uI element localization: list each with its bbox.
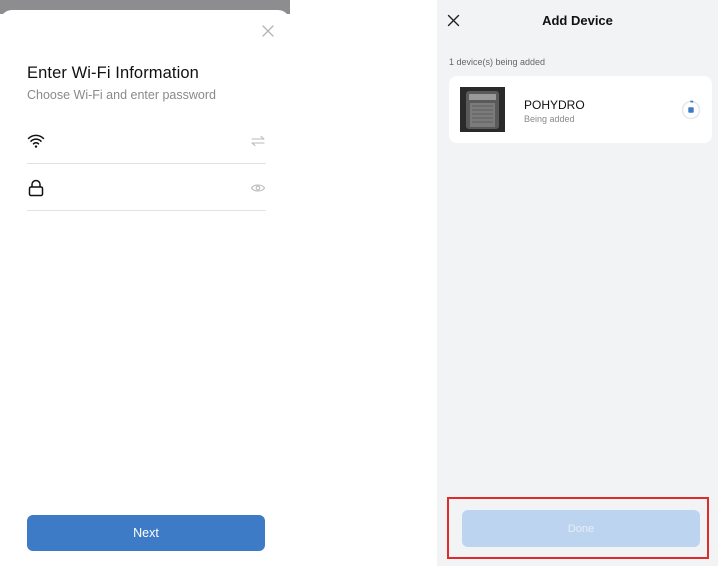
wifi-ssid-field[interactable] (27, 128, 266, 164)
page-subtitle: Choose Wi-Fi and enter password (27, 88, 216, 102)
device-card[interactable]: POHYDRO Being added (449, 76, 712, 143)
page-title: Enter Wi-Fi Information (27, 64, 199, 82)
wifi-password-field[interactable] (27, 175, 266, 211)
add-device-screen: Add Device 1 device(s) being added POHYD… (437, 0, 718, 566)
device-status: Being added (524, 114, 575, 124)
device-name: POHYDRO (524, 98, 585, 112)
ssid-input[interactable] (57, 130, 227, 154)
done-button-highlight: Done (447, 497, 709, 559)
loading-spinner-icon (681, 100, 701, 120)
wifi-icon (27, 134, 45, 148)
switch-arrows-icon[interactable] (250, 135, 266, 147)
lock-icon (28, 179, 44, 197)
close-icon[interactable] (261, 24, 275, 38)
eye-icon[interactable] (250, 182, 266, 194)
next-button[interactable]: Next (27, 515, 265, 551)
password-input[interactable] (57, 177, 227, 201)
page-title: Add Device (542, 13, 613, 28)
adding-count-label: 1 device(s) being added (449, 57, 546, 67)
done-button[interactable]: Done (462, 510, 700, 547)
wifi-info-screen: Enter Wi-Fi Information Choose Wi-Fi and… (0, 0, 290, 566)
device-thumbnail (460, 87, 505, 132)
